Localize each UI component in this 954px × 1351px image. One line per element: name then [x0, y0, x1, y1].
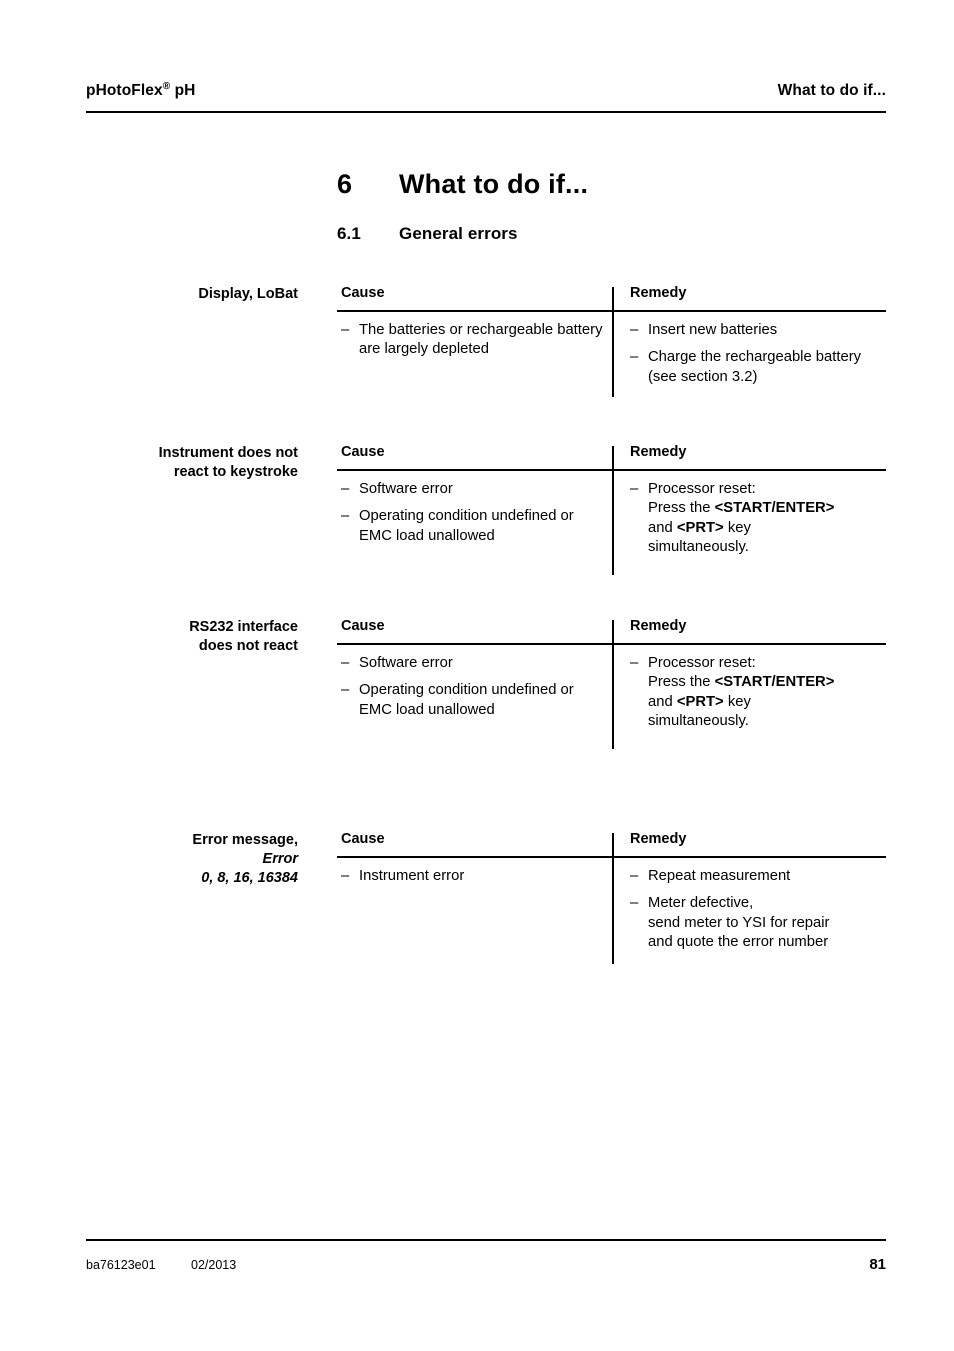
list-item-text: Repeat measurement	[648, 867, 791, 884]
dash-bullet-icon: –	[341, 867, 350, 884]
list-item: – Instrument error	[341, 867, 604, 887]
list-item-text: Processor reset: Press the <START/ENTER> a…	[648, 654, 835, 730]
table-body: – The batteries or rechargeable battery …	[337, 286, 886, 397]
page-title: 6 What to do if...	[337, 169, 588, 200]
dash-bullet-icon: –	[630, 654, 639, 671]
dash-bullet-icon: –	[630, 349, 639, 365]
side-label-line-3: 0, 8, 16, 16384	[201, 870, 298, 886]
product-name-text: pHotoFlex	[86, 82, 163, 99]
list-item: – The batteries or rechargeable battery …	[341, 321, 604, 360]
dash-bullet-icon: –	[341, 508, 350, 524]
list-item-text: Meter defective, send meter to YSI for re…	[648, 895, 830, 950]
cause-cell: – Software error – Operating condition u…	[337, 645, 612, 749]
table-body: – Software error – Operating condition u…	[337, 445, 886, 575]
product-name-suffix: pH	[170, 82, 196, 99]
side-label-line-1: Instrument does not	[158, 445, 298, 461]
document-date: 02/2013	[191, 1258, 237, 1272]
column-header-cause: Cause	[341, 285, 385, 301]
list-item-text: Charge the rechargeable battery (see sec…	[648, 349, 862, 385]
section-heading: 6.1 General errors	[337, 224, 518, 244]
block-side-label: Instrument does not react to keystroke	[86, 444, 298, 482]
column-header-remedy: Remedy	[630, 444, 687, 460]
page-running-footer: ba76123e01 02/2013 81	[86, 1256, 886, 1273]
cause-cell: – Instrument error	[337, 858, 612, 964]
dash-bullet-icon: –	[630, 321, 639, 338]
table-column-divider	[612, 619, 614, 749]
cause-remedy-table: Cause Remedy – The batteries or recharge…	[337, 285, 886, 397]
dash-bullet-icon: –	[341, 480, 350, 497]
cause-cell: – The batteries or rechargeable battery …	[337, 312, 612, 397]
product-name: pHotoFlex® pH	[86, 81, 196, 100]
dash-bullet-icon: –	[341, 654, 350, 671]
footer-divider	[86, 1239, 886, 1241]
dash-bullet-icon: –	[630, 480, 639, 497]
side-label-line-2: Error	[262, 851, 298, 867]
table-body: – Software error – Operating condition u…	[337, 619, 886, 749]
section-title: General errors	[399, 224, 518, 243]
list-item: – Operating condition undefined or EMC l…	[341, 507, 604, 546]
remedy-cell: – Processor reset: Press the <START/ENTER…	[612, 471, 886, 575]
list-item-text: Operating condition undefined or EMC loa…	[359, 682, 574, 718]
cause-cell: – Software error – Operating condition u…	[337, 471, 612, 575]
column-header-remedy: Remedy	[630, 618, 687, 634]
list-item: – Insert new batteries	[630, 321, 882, 341]
table-column-divider	[612, 286, 614, 397]
block-side-label: RS232 interface does not react	[86, 618, 298, 656]
page-running-header: pHotoFlex® pH What to do if...	[86, 81, 886, 100]
table-body: – Instrument error – Repeat measurement …	[337, 832, 886, 964]
list-item: – Software error	[341, 480, 604, 500]
side-label-line-1: Display, LoBat	[198, 286, 298, 302]
list-item-text: Software error	[359, 654, 453, 671]
document-page: pHotoFlex® pH What to do if... 6 What to …	[0, 0, 954, 1351]
column-header-remedy: Remedy	[630, 285, 687, 301]
side-label-line-1: Error message,	[192, 832, 298, 848]
list-item: – Processor reset: Press the <START/ENTER…	[630, 480, 882, 558]
header-chapter-reference: What to do if...	[777, 82, 886, 99]
list-item: – Repeat measurement	[630, 867, 882, 887]
list-item-text: Instrument error	[359, 867, 465, 884]
dash-bullet-icon: –	[630, 895, 639, 911]
dash-bullet-icon: –	[630, 867, 639, 884]
table-column-divider	[612, 832, 614, 964]
list-item: – Software error	[341, 654, 604, 674]
document-id: ba76123e01	[86, 1258, 156, 1272]
list-item: – Operating condition undefined or EMC l…	[341, 681, 604, 720]
header-divider	[86, 111, 886, 113]
remedy-cell: – Repeat measurement – Meter defective, s…	[612, 858, 886, 964]
list-item-text: Software error	[359, 480, 453, 497]
dash-bullet-icon: –	[341, 321, 350, 338]
chapter-number: 6	[337, 169, 353, 199]
section-number: 6.1	[337, 224, 361, 243]
column-header-cause: Cause	[341, 831, 385, 847]
list-item-text: Insert new batteries	[648, 321, 778, 338]
cause-remedy-table: Cause Remedy – Software error – Operatin…	[337, 444, 886, 575]
list-item-text: Operating condition undefined or EMC loa…	[359, 508, 574, 544]
column-header-cause: Cause	[341, 618, 385, 634]
column-header-cause: Cause	[341, 444, 385, 460]
page-number: 81	[869, 1256, 886, 1273]
list-item-text: The batteries or rechargeable battery ar…	[359, 321, 603, 358]
list-item-text: Processor reset: Press the <START/ENTER> a…	[648, 480, 835, 556]
chapter-title: What to do if...	[399, 169, 589, 199]
side-label-line-2: react to keystroke	[173, 464, 298, 480]
cause-remedy-table: Cause Remedy – Software error – Operatin…	[337, 618, 886, 749]
remedy-cell: – Insert new batteries – Charge the rech…	[612, 312, 886, 397]
list-item: – Processor reset: Press the <START/ENTER…	[630, 654, 882, 732]
dash-bullet-icon: –	[341, 682, 350, 698]
remedy-cell: – Processor reset: Press the <START/ENTER…	[612, 645, 886, 749]
column-header-remedy: Remedy	[630, 831, 687, 847]
side-label-line-2: does not react	[198, 638, 298, 654]
side-label-line-1: RS232 interface	[189, 619, 298, 635]
cause-remedy-table: Cause Remedy – Instrument error – Repeat…	[337, 831, 886, 964]
list-item: – Charge the rechargeable battery (see s…	[630, 348, 882, 387]
block-side-label: Display, LoBat	[86, 285, 298, 304]
block-side-label: Error message, Error 0, 8, 16, 16384	[86, 831, 298, 888]
list-item: – Meter defective, send meter to YSI for …	[630, 894, 882, 953]
table-column-divider	[612, 445, 614, 575]
